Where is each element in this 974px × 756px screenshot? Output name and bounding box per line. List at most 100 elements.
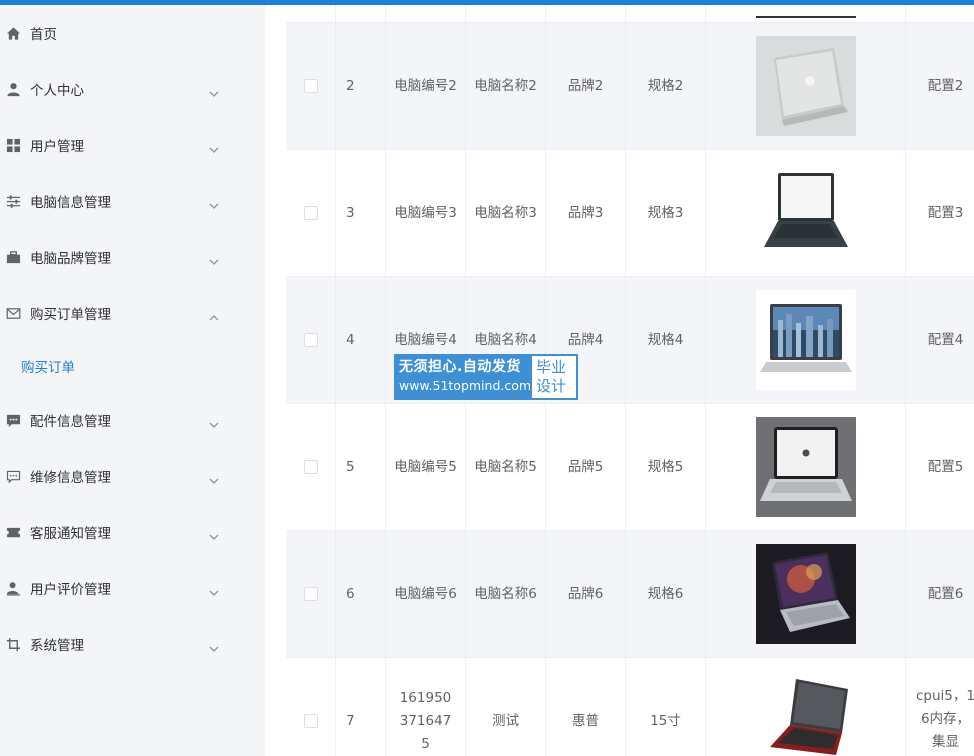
brand: 品牌6 xyxy=(546,531,626,657)
config: 配置4 xyxy=(906,277,974,403)
sidebar-item-label: 个人中心 xyxy=(30,83,84,99)
table-row xyxy=(286,5,974,23)
config: 配置2 xyxy=(906,23,974,149)
watermark-line2: www.51topmind.com xyxy=(399,378,532,393)
submenu-item-purchase-order[interactable]: 购买订单 xyxy=(0,346,265,386)
sidebar-item-personal-center[interactable]: 个人中心 xyxy=(0,69,265,109)
brand: 品牌3 xyxy=(546,150,626,276)
table-row[interactable]: 4 电脑编号4 电脑名称4 品牌4 规格4 配置4 xyxy=(286,277,974,404)
laptop-apple-icon[interactable] xyxy=(755,417,856,517)
brand: 惠普 xyxy=(546,658,626,756)
order-table: 2 电脑编号2 电脑名称2 品牌2 规格2 配置2 3 电脑编号3 电脑名称3 … xyxy=(286,5,974,756)
chevron-down-icon xyxy=(209,252,219,265)
laptop-galaxy-icon[interactable] xyxy=(755,544,856,644)
row-checkbox[interactable] xyxy=(303,460,318,474)
chevron-down-icon xyxy=(209,140,219,153)
table-row[interactable]: 6 电脑编号6 电脑名称6 品牌6 规格6 配置6 xyxy=(286,531,974,658)
spec: 15寸 xyxy=(626,658,706,756)
config: 配置6 xyxy=(906,531,974,657)
sidebar-item-repair[interactable]: 维修信息管理 xyxy=(0,456,265,496)
sidebar: 首页 个人中心 用户管理 电脑信息管理 电脑品牌管理 购买订单管理 购买订单 配… xyxy=(0,5,265,756)
sidebar-item-label: 配件信息管理 xyxy=(30,414,111,430)
briefcase-icon xyxy=(5,249,21,265)
chat-icon xyxy=(5,412,21,428)
chevron-down-icon xyxy=(209,84,219,97)
chevron-down-icon xyxy=(209,583,219,596)
sidebar-item-label: 电脑品牌管理 xyxy=(30,251,111,267)
spec: 规格5 xyxy=(626,404,706,530)
brand: 品牌5 xyxy=(546,404,626,530)
row-index: 2 xyxy=(336,23,386,149)
sidebar-item-label: 购买订单管理 xyxy=(30,307,111,323)
table-row[interactable]: 5 电脑编号5 电脑名称5 品牌5 规格5 配置5 xyxy=(286,404,974,531)
sidebar-item-label: 用户管理 xyxy=(30,139,84,155)
sliders-icon xyxy=(5,193,21,209)
sidebar-item-home[interactable]: 首页 xyxy=(0,13,265,53)
config: 配置5 xyxy=(906,404,974,530)
sidebar-item-user-management[interactable]: 用户管理 xyxy=(0,125,265,165)
computer-code: 电脑编号4 xyxy=(394,331,457,348)
table-row[interactable]: 2 电脑编号2 电脑名称2 品牌2 规格2 配置2 xyxy=(286,23,974,150)
row-index: 7 xyxy=(336,658,386,756)
laptop-silver-icon[interactable] xyxy=(755,36,856,136)
table-row[interactable]: 3 电脑编号3 电脑名称3 品牌3 规格3 配置3 xyxy=(286,150,974,277)
chevron-down-icon xyxy=(209,527,219,540)
sidebar-item-label: 系统管理 xyxy=(30,638,84,654)
config: 配置3 xyxy=(906,150,974,276)
row-checkbox[interactable] xyxy=(303,714,318,728)
spec: 规格6 xyxy=(626,531,706,657)
computer-code: 电脑编号3 xyxy=(394,204,457,221)
table-row[interactable]: 7 1619503716475 测试 惠普 15寸 cpui5，16内存，集显 xyxy=(286,658,974,756)
brand: 品牌2 xyxy=(546,23,626,149)
watermark-line1: 无须担心.自动发货 xyxy=(399,359,521,375)
watermark-banner: 无须担心.自动发货 www.51topmind.com 毕业设计 xyxy=(394,354,578,400)
sidebar-item-user-review[interactable]: 用户评价管理 xyxy=(0,568,265,608)
computer-name: 电脑名称5 xyxy=(474,458,537,475)
spec: 规格4 xyxy=(626,277,706,403)
laptop-city-icon[interactable] xyxy=(755,290,856,390)
computer-code: 电脑编号6 xyxy=(394,585,457,602)
computer-code: 电脑编号2 xyxy=(394,77,457,94)
laptop-red-icon[interactable] xyxy=(755,671,856,756)
crop-icon xyxy=(5,636,21,652)
chevron-up-icon xyxy=(209,308,219,321)
laptop-dark-icon[interactable] xyxy=(755,163,856,263)
sidebar-item-label: 客服通知管理 xyxy=(30,526,111,542)
row-checkbox[interactable] xyxy=(303,587,318,601)
row-index: 6 xyxy=(336,531,386,657)
chevron-down-icon xyxy=(209,639,219,652)
user-icon xyxy=(5,81,21,97)
sidebar-item-accessory[interactable]: 配件信息管理 xyxy=(0,400,265,440)
computer-code: 1619503716475 xyxy=(399,689,452,752)
sidebar-item-system[interactable]: 系统管理 xyxy=(0,624,265,664)
chevron-down-icon xyxy=(209,196,219,209)
sidebar-item-label: 维修信息管理 xyxy=(30,470,111,486)
grid-icon xyxy=(5,137,21,153)
sidebar-item-brand[interactable]: 电脑品牌管理 xyxy=(0,237,265,277)
computer-name: 电脑名称3 xyxy=(474,204,537,221)
row-index: 5 xyxy=(336,404,386,530)
chevron-down-icon xyxy=(209,415,219,428)
sidebar-item-service-notice[interactable]: 客服通知管理 xyxy=(0,512,265,552)
computer-name: 电脑名称2 xyxy=(474,77,537,94)
submenu-item-label: 购买订单 xyxy=(21,360,75,376)
spec: 规格3 xyxy=(626,150,706,276)
watermark-side: 毕业设计 xyxy=(530,354,578,400)
computer-name: 测试 xyxy=(466,658,546,756)
row-checkbox[interactable] xyxy=(303,206,318,220)
row-checkbox[interactable] xyxy=(303,333,318,347)
sidebar-item-computer-info[interactable]: 电脑信息管理 xyxy=(0,181,265,221)
home-icon xyxy=(5,25,21,41)
spec: 规格2 xyxy=(626,23,706,149)
mail-icon xyxy=(5,305,21,321)
computer-name: 电脑名称6 xyxy=(474,585,537,602)
chat-dots-icon xyxy=(5,468,21,484)
content-gutter xyxy=(265,5,286,756)
row-index: 3 xyxy=(336,150,386,276)
computer-name: 电脑名称4 xyxy=(474,331,537,348)
top-accent-bar xyxy=(0,0,974,5)
sidebar-item-purchase-order[interactable]: 购买订单管理 xyxy=(0,293,265,333)
row-checkbox[interactable] xyxy=(303,79,318,93)
row-index: 4 xyxy=(336,277,386,403)
sidebar-item-label: 首页 xyxy=(30,27,57,43)
